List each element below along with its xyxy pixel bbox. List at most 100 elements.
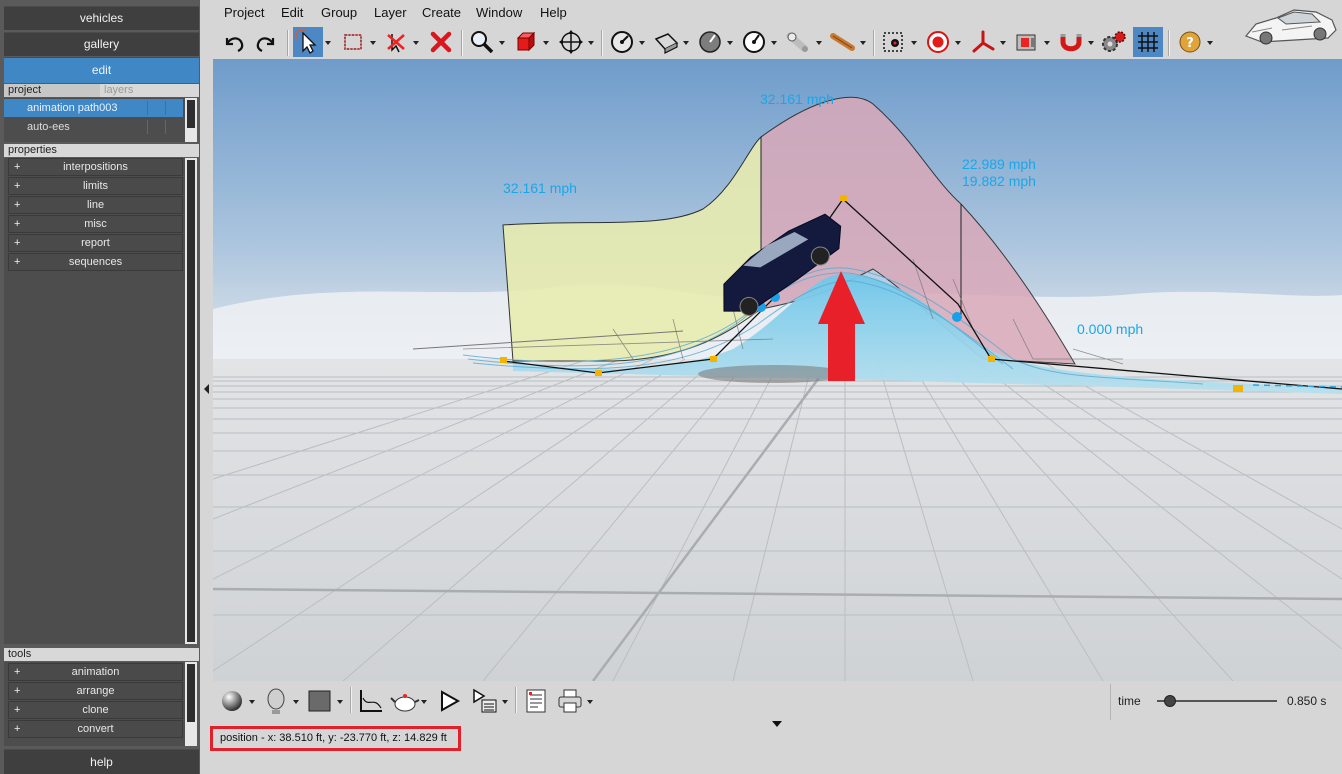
property-limits[interactable]: + limits: [8, 177, 183, 195]
speed-label: 0.000 mph: [1077, 321, 1144, 337]
gears-icon: [1102, 31, 1126, 52]
select-tool-button[interactable]: [293, 27, 323, 57]
list-item[interactable]: animation path003: [4, 99, 183, 117]
property-line[interactable]: + line: [8, 196, 183, 214]
list-item[interactable]: auto-ees: [4, 118, 183, 136]
menu-window[interactable]: Window: [476, 5, 522, 20]
svg-text:?: ?: [1186, 36, 1194, 51]
speed-label: 22.989 mph: [962, 156, 1036, 172]
edit-button[interactable]: edit: [4, 57, 199, 83]
project-tabs: project layers: [4, 84, 199, 97]
vehicles-button[interactable]: vehicles: [4, 6, 199, 30]
time-slider-thumb[interactable]: [1164, 695, 1176, 707]
tools-header: tools: [4, 648, 199, 661]
speed-button[interactable]: [739, 27, 769, 57]
delete-icon: [430, 31, 452, 53]
menu-help[interactable]: Help: [540, 5, 567, 20]
gauge-button[interactable]: [607, 27, 637, 57]
grid-button[interactable]: [1133, 27, 1163, 57]
axis-icon: [972, 30, 995, 53]
print-button[interactable]: [555, 686, 585, 716]
record-icon: [883, 32, 903, 52]
axis-button[interactable]: [968, 27, 998, 57]
target-button[interactable]: [923, 27, 953, 57]
tool-arrange[interactable]: + arrange: [8, 682, 183, 700]
scene-canvas[interactable]: [213, 59, 1342, 681]
plane-icon: [654, 33, 679, 54]
graph-button[interactable]: [356, 686, 386, 716]
material-button[interactable]: [218, 686, 248, 716]
expand-arrow-icon[interactable]: [772, 721, 782, 727]
cylinder-icon: [786, 32, 808, 52]
gallery-button[interactable]: gallery: [4, 32, 199, 56]
collapse-arrow-icon[interactable]: [204, 384, 209, 394]
left-panel: vehicles gallery edit project layers anim…: [0, 0, 200, 774]
help-button[interactable]: help: [4, 749, 199, 774]
tab-project[interactable]: project: [4, 84, 100, 97]
properties-scrollbar[interactable]: [185, 158, 197, 644]
redo-button[interactable]: [252, 27, 282, 57]
head-icon: [267, 688, 285, 714]
color-button[interactable]: [305, 686, 335, 716]
report-button[interactable]: [521, 686, 551, 716]
property-report[interactable]: + report: [8, 234, 183, 252]
car-logo-icon: [1244, 9, 1337, 45]
speed-label: 32.161 mph: [503, 180, 577, 196]
plane-button[interactable]: [651, 27, 681, 57]
tool-convert[interactable]: + convert: [8, 720, 183, 738]
play-button[interactable]: [434, 686, 464, 716]
zoom-icon: [471, 31, 494, 54]
character-button[interactable]: [262, 686, 292, 716]
play-icon: [441, 690, 461, 712]
deselect-button[interactable]: [382, 27, 412, 57]
menu-group[interactable]: Group: [321, 5, 357, 20]
time-value: 0.850 s: [1287, 694, 1327, 708]
tool-clone[interactable]: + clone: [8, 701, 183, 719]
time-label: time: [1118, 694, 1141, 708]
property-sequences[interactable]: + sequences: [8, 253, 183, 271]
menu-layer[interactable]: Layer: [374, 5, 407, 20]
select-arrow-icon: [296, 30, 317, 54]
delete-button[interactable]: [426, 27, 456, 57]
properties-header: properties: [4, 144, 199, 157]
graph-icon: [360, 690, 382, 712]
property-interpositions[interactable]: + interpositions: [8, 158, 183, 176]
position-readout: position - x: 38.510 ft, y: -23.770 ft, …: [210, 726, 461, 751]
camera-button[interactable]: [1012, 27, 1042, 57]
help-tool-button[interactable]: ?: [1175, 27, 1205, 57]
menu-edit[interactable]: Edit: [281, 5, 303, 20]
move-button[interactable]: [556, 27, 586, 57]
project-scrollbar[interactable]: [185, 98, 197, 142]
3d-viewport[interactable]: 32.161 mph 32.161 mph 22.989 mph 19.882 …: [213, 59, 1342, 681]
speed-label: 32.161 mph: [760, 91, 834, 107]
cube-icon: [516, 31, 536, 52]
grid-icon: [1138, 32, 1158, 52]
speed-icon: [743, 31, 765, 53]
undo-button[interactable]: [218, 27, 248, 57]
target-icon: [927, 31, 949, 53]
teapot-icon: [390, 694, 420, 712]
playback-options-button[interactable]: [470, 686, 500, 716]
property-misc[interactable]: + misc: [8, 215, 183, 233]
tool-animation[interactable]: + animation: [8, 663, 183, 681]
zoom-button[interactable]: [467, 27, 497, 57]
bat-button[interactable]: [828, 27, 858, 57]
tab-layers[interactable]: layers: [100, 84, 133, 97]
help-icon: ?: [1179, 31, 1201, 53]
timeline: time 0.850 s: [1110, 684, 1342, 720]
color-swatch-icon: [308, 690, 331, 712]
magnet-button[interactable]: [1056, 27, 1086, 57]
marquee-select-button[interactable]: [338, 27, 368, 57]
dial-button[interactable]: [695, 27, 725, 57]
teapot-button[interactable]: [390, 686, 420, 716]
redo-icon: [256, 37, 275, 52]
cube-button[interactable]: [511, 27, 541, 57]
magnet-icon: [1060, 34, 1082, 52]
cylinder-button[interactable]: [784, 27, 814, 57]
menu-create[interactable]: Create: [422, 5, 461, 20]
gears-button[interactable]: [1099, 27, 1129, 57]
tools-scrollbar[interactable]: [185, 662, 197, 746]
menu-project[interactable]: Project: [224, 5, 264, 20]
printer-icon: [558, 689, 582, 713]
record-button[interactable]: [879, 27, 909, 57]
